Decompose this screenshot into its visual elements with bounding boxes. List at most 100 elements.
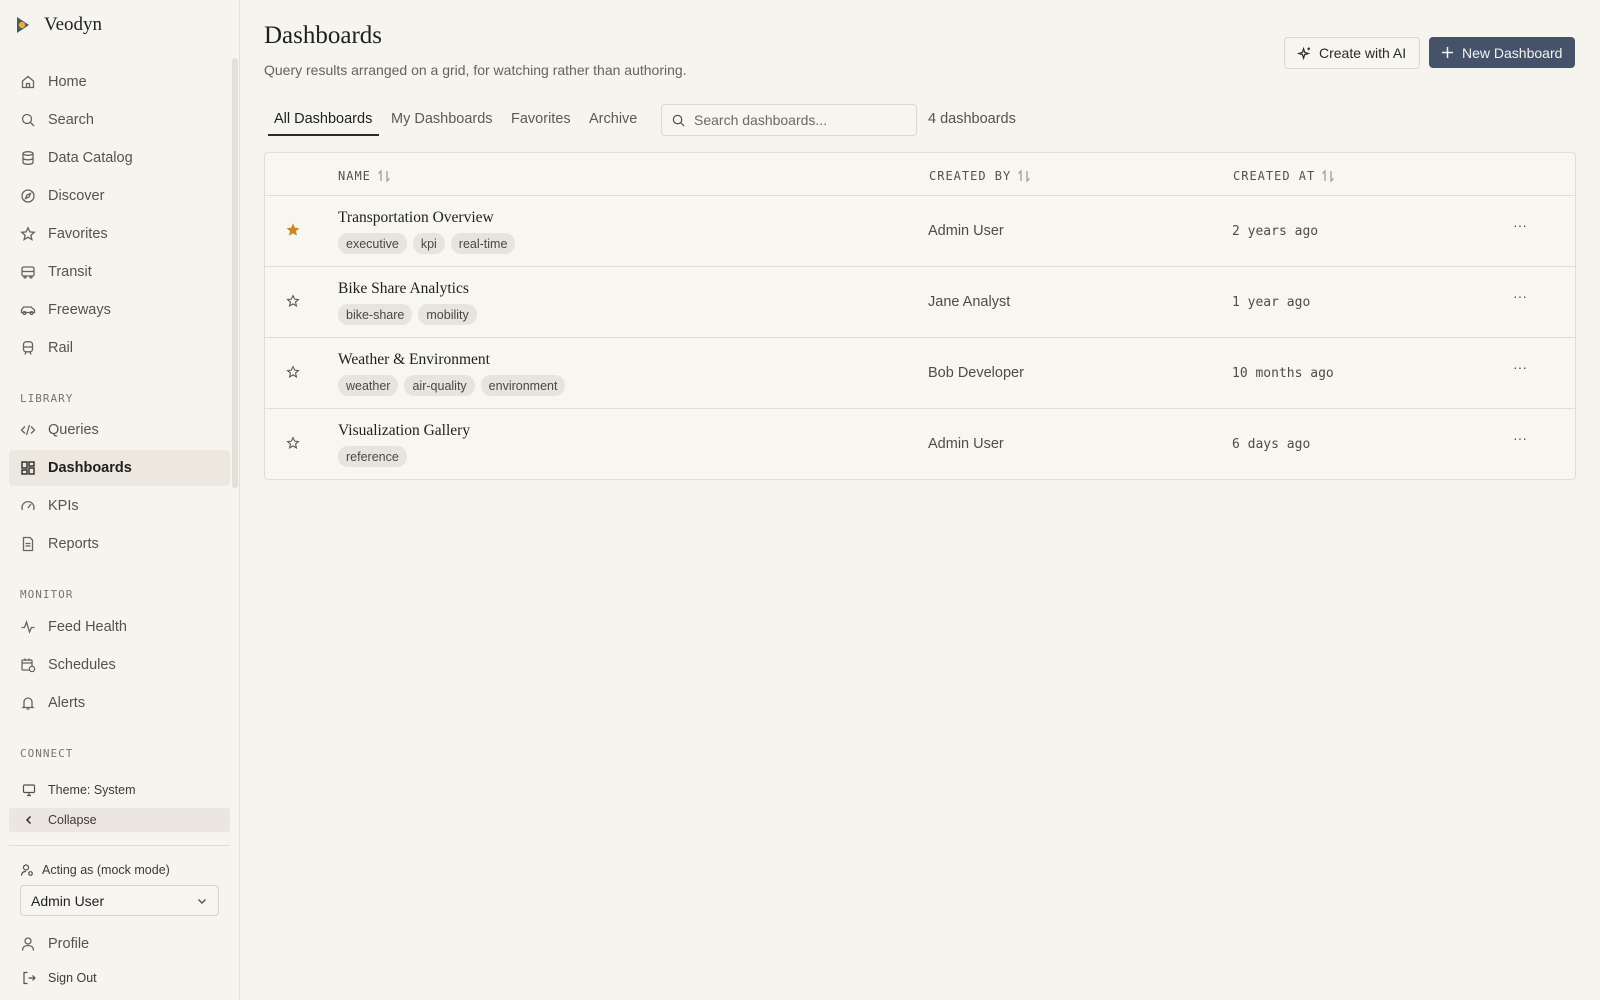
acting-as-text: Acting as (mock mode) xyxy=(42,863,170,877)
sidebar-item-discover[interactable]: Discover xyxy=(9,178,230,214)
column-header-created-at[interactable]: CREATED AT xyxy=(1233,169,1335,183)
sidebar: Veodyn Home Search Data Catalog Discover… xyxy=(0,0,240,1000)
sidebar-item-label: Home xyxy=(48,74,87,90)
sidebar-item-label: Freeways xyxy=(48,302,111,318)
created-at: 10 months ago xyxy=(1232,366,1334,381)
tab-archive[interactable]: Archive xyxy=(589,111,637,127)
created-at: 6 days ago xyxy=(1232,437,1311,452)
train-icon xyxy=(22,341,34,355)
tag: mobility xyxy=(418,304,477,325)
sidebar-item-freeways[interactable]: Freeways xyxy=(9,292,230,328)
search-input[interactable] xyxy=(694,112,904,128)
search-icon xyxy=(672,114,685,127)
sidebar-item-alerts[interactable]: Alerts xyxy=(9,685,230,721)
page-title: Dashboards xyxy=(264,22,383,49)
created-by: Bob Developer xyxy=(928,365,1024,381)
acting-as-label: Acting as (mock mode) xyxy=(20,863,170,877)
sidebar-scrollbar[interactable] xyxy=(232,58,238,488)
tab-my-dashboards[interactable]: My Dashboards xyxy=(391,111,493,127)
sidebar-item-favorites[interactable]: Favorites xyxy=(9,216,230,252)
sidebar-item-search[interactable]: Search xyxy=(9,102,230,138)
user-icon xyxy=(21,937,35,951)
sidebar-item-label: Schedules xyxy=(48,657,116,673)
connect-section-title: CONNECT xyxy=(20,747,74,760)
page-subtitle: Query results arranged on a grid, for wa… xyxy=(264,62,687,78)
more-actions-button[interactable]: ··· xyxy=(1513,217,1527,233)
sidebar-item-profile[interactable]: Profile xyxy=(9,926,230,962)
star-icon xyxy=(20,226,36,241)
compass-icon xyxy=(21,189,35,203)
create-with-ai-button[interactable]: Create with AI xyxy=(1284,37,1420,69)
dashboard-count: 4 dashboards xyxy=(928,111,1016,127)
sidebar-item-data-catalog[interactable]: Data Catalog xyxy=(9,140,230,176)
table-row[interactable]: Visualization Gallery reference Admin Us… xyxy=(265,408,1575,479)
column-header-created-by[interactable]: CREATED BY xyxy=(929,169,1031,183)
table-row[interactable]: Weather & Environment weather air-qualit… xyxy=(265,337,1575,408)
more-actions-button[interactable]: ··· xyxy=(1513,430,1527,446)
tag: bike-share xyxy=(338,304,413,325)
sidebar-item-feed-health[interactable]: Feed Health xyxy=(9,609,230,645)
dashboard-name[interactable]: Transportation Overview xyxy=(338,209,494,227)
sort-icon xyxy=(377,169,390,183)
active-tab-indicator xyxy=(268,134,379,136)
more-actions-button[interactable]: ··· xyxy=(1513,288,1527,304)
report-icon xyxy=(22,536,34,552)
tag-list: reference xyxy=(338,446,407,467)
new-dashboard-button[interactable]: New Dashboard xyxy=(1429,37,1575,68)
gauge-icon xyxy=(21,500,35,511)
tag: executive xyxy=(338,233,407,254)
bus-icon xyxy=(21,266,35,279)
search-icon xyxy=(21,113,35,127)
star-icon[interactable] xyxy=(286,365,300,379)
dashboard-name[interactable]: Weather & Environment xyxy=(338,351,490,369)
sidebar-item-dashboards[interactable]: Dashboards xyxy=(9,450,230,486)
dashboard-name[interactable]: Visualization Gallery xyxy=(338,422,470,440)
tag: weather xyxy=(338,375,399,396)
sidebar-item-schedules[interactable]: Schedules xyxy=(9,647,230,683)
sidebar-item-rail[interactable]: Rail xyxy=(9,330,230,366)
sidebar-item-kpis[interactable]: KPIs xyxy=(9,488,230,524)
tab-all-dashboards[interactable]: All Dashboards xyxy=(274,111,372,127)
chevron-down-icon xyxy=(198,898,206,904)
star-icon[interactable] xyxy=(286,436,300,450)
sparkles-icon xyxy=(1297,46,1311,60)
monitor-icon xyxy=(22,784,36,797)
car-icon xyxy=(20,306,36,316)
sign-out-button[interactable]: Sign Out xyxy=(9,966,230,990)
tag-list: bike-share mobility xyxy=(338,304,477,325)
sidebar-item-label: Transit xyxy=(48,264,92,280)
collapse-button[interactable]: Collapse xyxy=(9,808,230,832)
acting-user-select[interactable]: Admin User xyxy=(20,885,219,916)
created-by: Admin User xyxy=(928,436,1004,452)
tab-favorites[interactable]: Favorites xyxy=(511,111,571,127)
column-header-name[interactable]: NAME xyxy=(338,169,391,183)
table-row[interactable]: Transportation Overview executive kpi re… xyxy=(265,195,1575,266)
tag: reference xyxy=(338,446,407,467)
dashboard-name[interactable]: Bike Share Analytics xyxy=(338,280,469,298)
log-out-icon xyxy=(23,971,36,985)
collapse-label: Collapse xyxy=(48,813,97,827)
column-header-label: CREATED AT xyxy=(1233,169,1316,183)
tag: real-time xyxy=(450,233,516,254)
theme-toggle[interactable]: Theme: System xyxy=(9,778,230,802)
dashboards-table: NAME CREATED BY CREATED AT Transportatio… xyxy=(264,152,1576,480)
created-at: 2 years ago xyxy=(1232,224,1319,239)
sidebar-item-label: Search xyxy=(48,112,94,128)
sidebar-item-label: KPIs xyxy=(48,498,79,514)
sidebar-item-reports[interactable]: Reports xyxy=(9,526,230,562)
column-header-label: NAME xyxy=(338,169,371,183)
brand[interactable]: Veodyn xyxy=(14,14,102,36)
dashboard-icon xyxy=(21,461,35,475)
sidebar-item-queries[interactable]: Queries xyxy=(9,412,230,448)
sort-icon xyxy=(1018,169,1031,183)
table-row[interactable]: Bike Share Analytics bike-share mobility… xyxy=(265,266,1575,337)
column-header-label: CREATED BY xyxy=(929,169,1012,183)
sidebar-item-transit[interactable]: Transit xyxy=(9,254,230,290)
star-filled-icon[interactable] xyxy=(286,223,300,237)
more-actions-button[interactable]: ··· xyxy=(1513,359,1527,375)
sidebar-item-label: Dashboards xyxy=(48,460,132,476)
sidebar-item-label: Favorites xyxy=(48,226,108,242)
library-section-title: LIBRARY xyxy=(20,392,74,405)
star-icon[interactable] xyxy=(286,294,300,308)
sidebar-item-home[interactable]: Home xyxy=(9,64,230,100)
